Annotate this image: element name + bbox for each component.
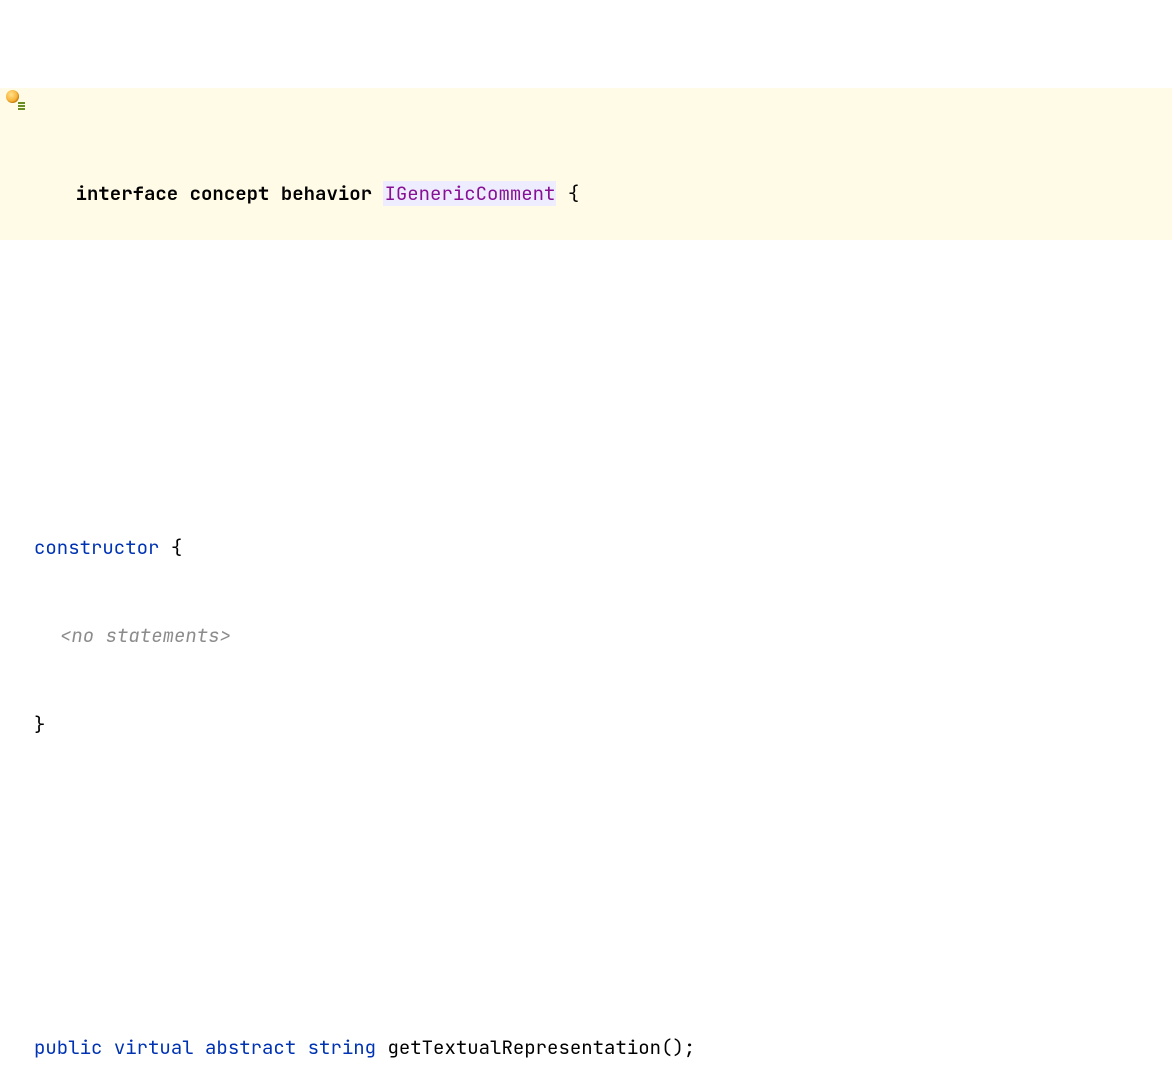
brace-open: { [568,181,579,206]
implements-gutter-icon[interactable] [18,101,27,110]
keyword-interface: interface [76,181,179,206]
keyword-constructor: constructor [34,535,159,560]
keyword-abstract: abstract [205,1035,296,1060]
return-type: string [308,1035,376,1060]
keyword-virtual: virtual [114,1035,194,1060]
brace-open: { [171,535,182,560]
declaration-line[interactable]: interface concept behavior IGenericComme… [0,88,1172,239]
type-name[interactable]: IGenericComment [383,181,556,206]
keyword-public: public [34,1035,102,1060]
brace-close: } [34,712,45,737]
constructor-close[interactable]: } [0,710,1172,739]
method-tail: (); [661,1035,695,1060]
method-name: getTextualRepresentation [387,1035,661,1060]
code-editor[interactable]: interface concept behavior IGenericComme… [0,0,1172,1076]
constructor-line[interactable]: constructor { [0,533,1172,562]
keyword-behavior: behavior [281,181,372,206]
placeholder-no-statements: <no statements> [60,623,231,648]
method-gettextual[interactable]: public virtual abstract string getTextua… [0,1033,1172,1062]
keyword-concept: concept [190,181,270,206]
constructor-body[interactable]: <no statements> [0,621,1172,650]
